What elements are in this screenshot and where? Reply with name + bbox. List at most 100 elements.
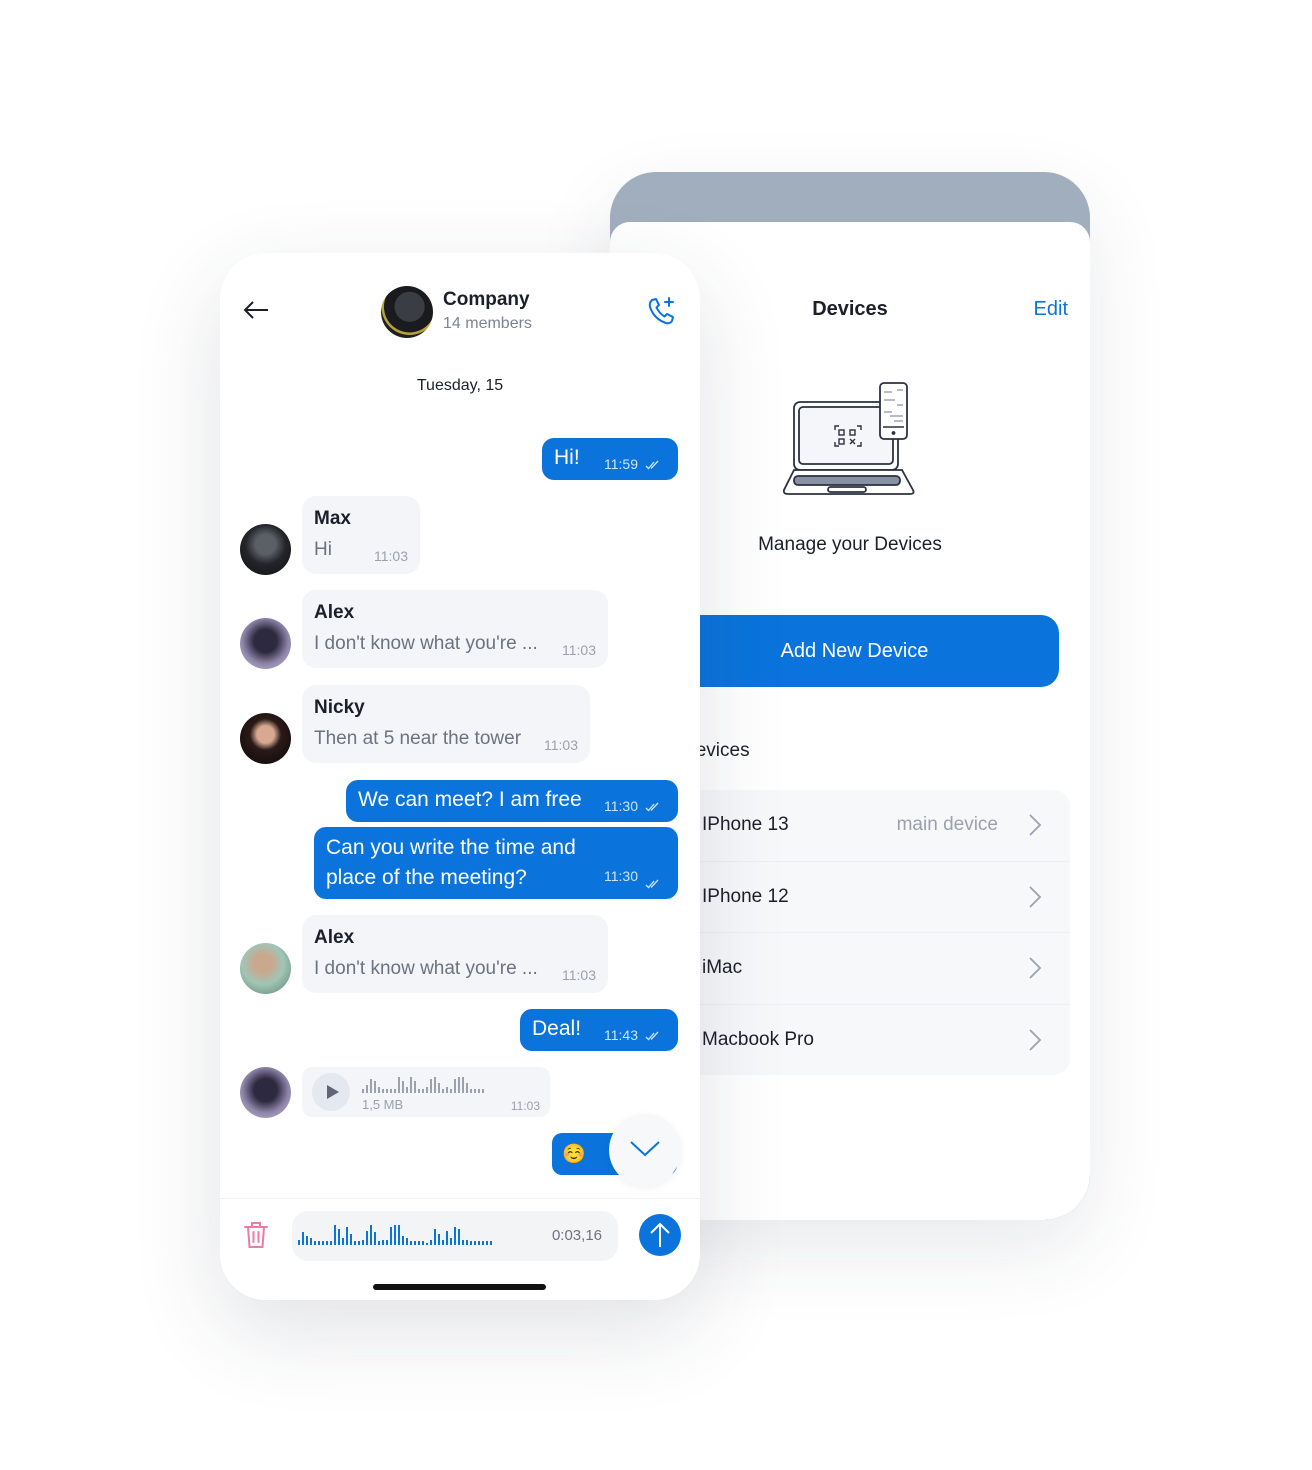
outgoing-message[interactable]: Hi! 11:59 (542, 438, 678, 480)
chevron-right-icon (1029, 886, 1042, 908)
waveform-bar (362, 1089, 364, 1093)
waveform-bar (314, 1241, 316, 1245)
waveform-bar (382, 1239, 384, 1245)
waveform-bar (390, 1227, 392, 1245)
waveform-bar (418, 1241, 420, 1245)
device-row-macbook-pro[interactable]: Macbook Pro (650, 1005, 1070, 1077)
voice-recording-field[interactable]: 0:03,16 (292, 1211, 618, 1261)
outgoing-message[interactable]: Can you write the time and place of the … (314, 827, 678, 899)
send-button[interactable] (639, 1214, 681, 1256)
waveform-bar (322, 1241, 324, 1245)
play-icon[interactable] (312, 1073, 350, 1111)
waveform-bar (438, 1083, 440, 1093)
message-text: Deal! (532, 1017, 582, 1040)
avatar-nicky[interactable] (240, 713, 291, 764)
message-text: Can you write the time and place of the … (326, 836, 576, 889)
voice-waveform (362, 1075, 484, 1093)
waveform-bar (458, 1077, 460, 1093)
message-text: Hi! (554, 446, 580, 469)
add-new-device-button[interactable]: Add New Device (650, 615, 1059, 687)
device-row-imac[interactable]: iMac (650, 933, 1070, 1005)
waveform-bar (434, 1077, 436, 1093)
waveform-bar (482, 1241, 484, 1245)
waveform-bar (366, 1230, 368, 1245)
group-members-count: 14 members (443, 315, 532, 332)
waveform-bar (422, 1089, 424, 1093)
avatar-max[interactable] (240, 524, 291, 575)
voice-message[interactable]: 1,5 MB 11:03 (302, 1067, 550, 1117)
incoming-message[interactable]: Nicky Then at 5 near the tower 11:03 (302, 685, 590, 763)
avatar-alex[interactable] (240, 943, 291, 994)
message-text: We can meet? I am free (358, 788, 582, 811)
waveform-bar (374, 1232, 376, 1245)
outgoing-message[interactable]: We can meet? I am free 11:30 (346, 780, 678, 822)
incoming-message[interactable]: Alex I don't know what you're ... 11:03 (302, 590, 608, 668)
waveform-bar (446, 1230, 448, 1245)
message-text: I don't know what you're ... (314, 633, 538, 654)
waveform-bar (486, 1241, 488, 1245)
waveform-bar (354, 1241, 356, 1245)
trash-icon[interactable] (242, 1220, 270, 1250)
sender-name: Alex (314, 927, 355, 948)
waveform-bar (402, 1236, 404, 1245)
waveform-bar (366, 1085, 368, 1093)
waveform-bar (378, 1241, 380, 1245)
back-arrow-icon[interactable] (242, 299, 270, 321)
waveform-bar (346, 1227, 348, 1245)
avatar-alex[interactable] (240, 618, 291, 669)
waveform-bar (478, 1241, 480, 1245)
message-time: 11:03 (544, 737, 578, 753)
waveform-bar (430, 1239, 432, 1245)
chat-screen: Company 14 members Tuesday, 15 Hi! 11:59… (220, 253, 700, 1300)
date-separator: Tuesday, 15 (416, 377, 504, 394)
message-time: 11:43 (604, 1027, 638, 1043)
message-time: 11:03 (510, 1099, 540, 1113)
waveform-bar (450, 1089, 452, 1093)
recording-time: 0:03,16 (551, 1227, 602, 1244)
waveform-bar (442, 1089, 444, 1093)
waveform-bar (414, 1241, 416, 1245)
waveform-bar (410, 1241, 412, 1245)
waveform-bar (386, 1089, 388, 1093)
sender-name: Alex (314, 602, 355, 623)
add-call-icon[interactable] (646, 295, 678, 327)
message-time: 11:03 (562, 642, 596, 658)
device-name: IPhone 13 (702, 814, 789, 836)
avatar-alex[interactable] (240, 1067, 291, 1118)
device-row-iphone-12[interactable]: IPhone 12 (650, 862, 1070, 933)
waveform-bar (370, 1079, 372, 1093)
incoming-message[interactable]: Max Hi 11:03 (302, 496, 420, 574)
double-check-icon (645, 802, 659, 812)
message-time: 11:03 (374, 548, 408, 564)
waveform-bar (470, 1089, 472, 1093)
waveform-bar (474, 1089, 476, 1093)
incoming-message[interactable]: Alex I don't know what you're ... 11:03 (302, 915, 608, 993)
composer-divider (220, 1198, 700, 1199)
waveform-bar (326, 1241, 328, 1245)
device-row-iphone-13[interactable]: IPhone 13 main device (650, 790, 1070, 862)
double-check-icon (645, 879, 659, 889)
message-time: 11:30 (604, 798, 638, 814)
waveform-bar (302, 1232, 304, 1245)
waveform-bar (338, 1228, 340, 1245)
scroll-down-button[interactable] (609, 1114, 681, 1186)
waveform-bar (298, 1239, 300, 1245)
arrow-up-icon (650, 1222, 670, 1247)
waveform-bar (390, 1089, 392, 1093)
edit-button[interactable]: Edit (1034, 298, 1068, 321)
outgoing-message[interactable]: Deal! 11:43 (520, 1009, 678, 1051)
waveform-bar (378, 1087, 380, 1093)
waveform-bar (434, 1228, 436, 1245)
laptop-phone-qr-icon (782, 382, 915, 495)
group-avatar[interactable] (381, 286, 433, 338)
message-text: Then at 5 near the tower (314, 728, 522, 749)
waveform-bar (394, 1225, 396, 1245)
waveform-bar (470, 1241, 472, 1245)
waveform-bar (370, 1225, 372, 1245)
waveform-bar (446, 1087, 448, 1093)
waveform-bar (422, 1241, 424, 1245)
waveform-bar (466, 1083, 468, 1093)
chevron-right-icon (1029, 1029, 1042, 1051)
waveform-bar (406, 1237, 408, 1245)
waveform-bar (362, 1239, 364, 1245)
